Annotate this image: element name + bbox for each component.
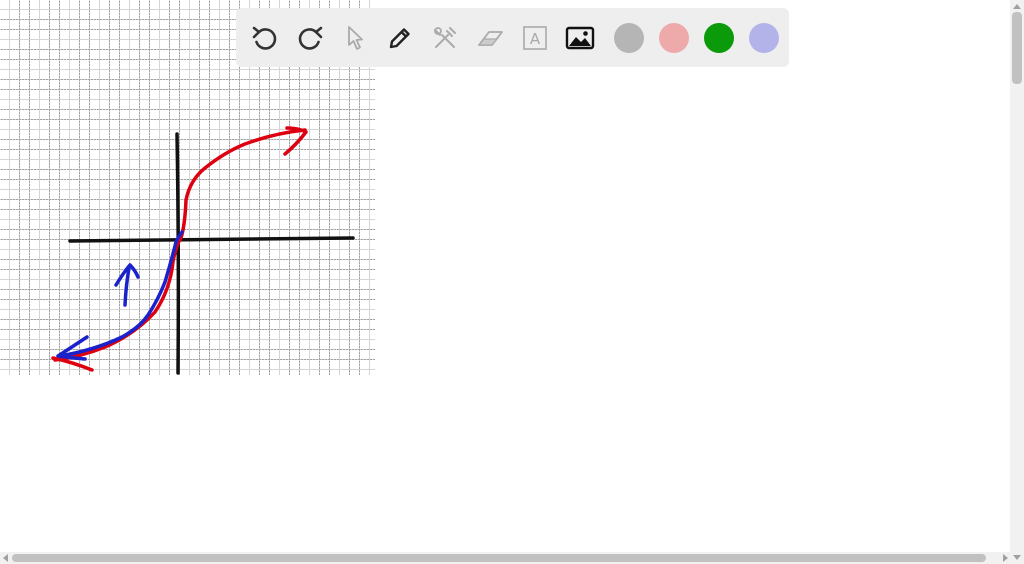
vertical-scrollbar[interactable] (1010, 0, 1024, 552)
scroll-right-icon[interactable] (1003, 554, 1008, 562)
color-swatch-gray[interactable] (613, 22, 644, 53)
y-axis-stroke (175, 132, 181, 375)
color-swatch-green[interactable] (703, 22, 734, 53)
image-icon (565, 26, 595, 49)
redo-button[interactable] (291, 19, 329, 57)
scroll-down-icon[interactable] (1013, 555, 1021, 560)
horizontal-scrollbar[interactable] (0, 552, 1024, 564)
undo-icon (252, 26, 277, 50)
tools-button[interactable] (426, 19, 464, 57)
eraser-icon (477, 30, 503, 46)
pen-icon (389, 27, 410, 48)
blue-small-arrow (114, 263, 140, 307)
redo-icon (298, 26, 323, 50)
drawing-canvas[interactable] (0, 0, 1010, 552)
text-tool-glyph: A (530, 30, 541, 48)
pointer-icon (348, 25, 363, 50)
undo-button[interactable] (246, 19, 284, 57)
color-swatch-lavender[interactable] (748, 22, 779, 53)
text-tool-button[interactable]: A (516, 19, 554, 57)
scroll-left-icon[interactable] (3, 554, 8, 562)
image-tool-button[interactable] (561, 19, 599, 57)
vertical-scroll-thumb[interactable] (1012, 12, 1022, 84)
pen-tool-button[interactable] (381, 19, 419, 57)
eraser-tool-button[interactable] (471, 19, 509, 57)
sketch-layer (51, 126, 355, 375)
text-icon: A (523, 25, 547, 50)
horizontal-scroll-thumb[interactable] (12, 554, 986, 562)
drawing-toolbar: A (236, 8, 789, 67)
scroll-up-icon[interactable] (1013, 4, 1021, 9)
select-tool-button[interactable] (336, 19, 374, 57)
x-axis-stroke (68, 236, 355, 243)
color-swatch-pink[interactable] (658, 22, 689, 53)
tools-icon (434, 26, 456, 48)
